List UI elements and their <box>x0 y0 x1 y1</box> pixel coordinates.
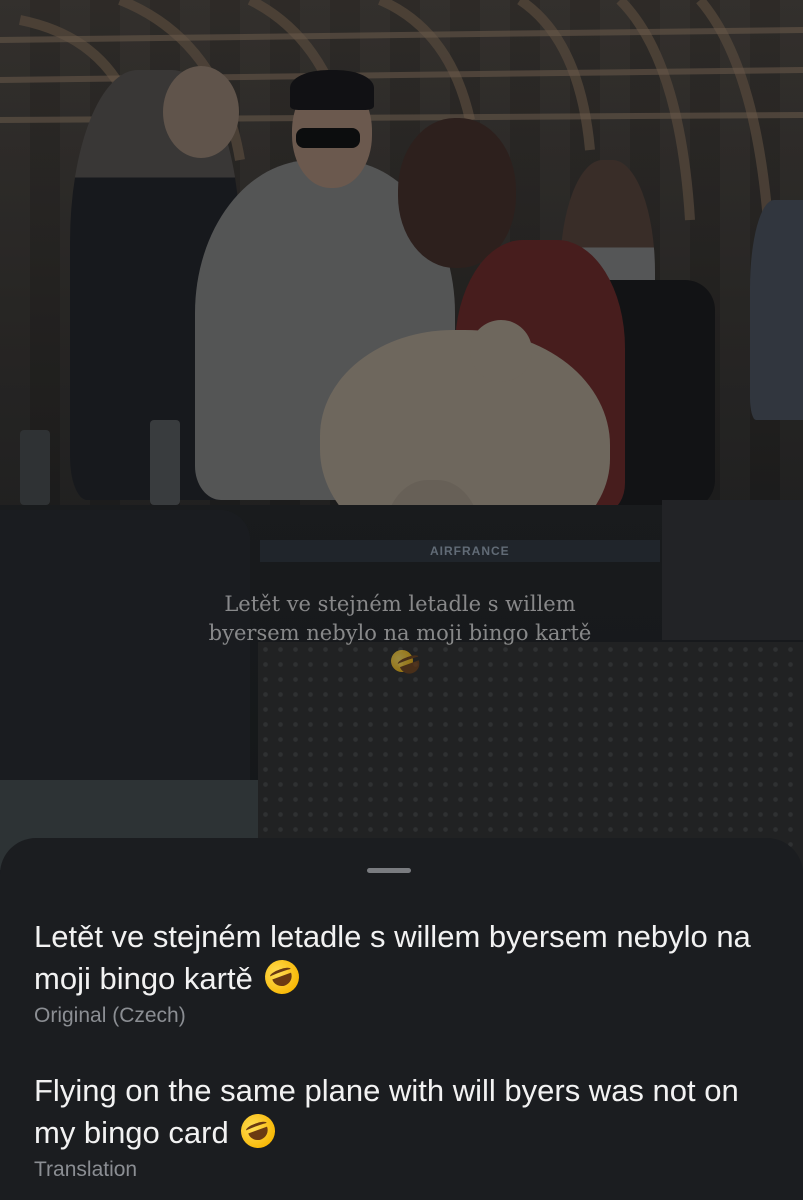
translation-label: Translation <box>34 1158 138 1181</box>
sheet-drag-handle[interactable] <box>367 868 411 873</box>
overlay-caption: Letět ve stejném letadle s willem byerse… <box>200 590 600 677</box>
laughing-emoji-icon <box>260 955 305 999</box>
dim-overlay <box>0 0 803 870</box>
original-text-block: Letět ve stejném letadle s willem byerse… <box>34 916 774 1030</box>
laughing-emoji-icon <box>236 1109 281 1153</box>
original-language-label: Original (Czech) <box>34 1004 186 1027</box>
translation-text-block: Flying on the same plane with will byers… <box>34 1070 774 1184</box>
laughing-emoji-icon <box>387 646 417 676</box>
translation-bottom-sheet[interactable]: Letět ve stejném letadle s willem byerse… <box>0 838 803 1200</box>
background-media[interactable]: AIRFRANCE Letět ve stejném letadle s wil… <box>0 0 803 870</box>
translated-text: Flying on the same plane with will byers… <box>34 1070 774 1154</box>
overlay-caption-text: Letět ve stejném letadle s willem byerse… <box>208 592 592 645</box>
translated-text-content: Flying on the same plane with will byers… <box>34 1073 739 1150</box>
original-text: Letět ve stejném letadle s willem byerse… <box>34 916 774 1000</box>
screen: AIRFRANCE Letět ve stejném letadle s wil… <box>0 0 803 1200</box>
original-text-content: Letět ve stejném letadle s willem byerse… <box>34 919 751 996</box>
